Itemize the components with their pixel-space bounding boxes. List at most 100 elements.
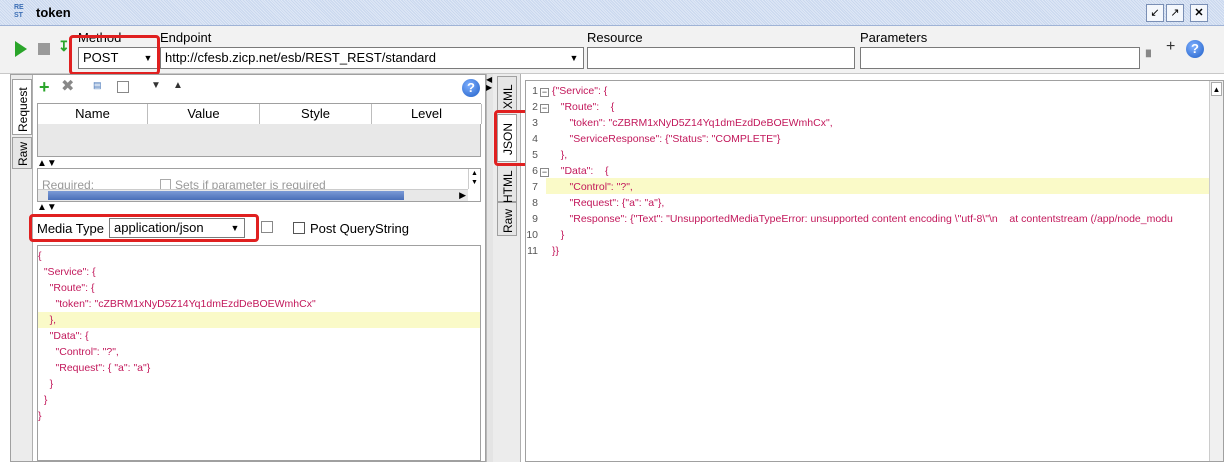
tab-raw-response[interactable]: Raw — [497, 202, 517, 236]
tab-request[interactable]: Request — [12, 79, 32, 135]
close-icon[interactable]: ✕ — [1190, 4, 1208, 22]
response-panel: XML JSON HTML Raw 1 2 3 4 5 6 7 8 9 10 1… — [493, 74, 1224, 462]
post-querystring-label: Post QueryString — [310, 221, 409, 236]
request-panel: Request Raw + ✖ ▤ ▼ ▲ ? Name Value Style… — [10, 74, 486, 462]
line-number: 8 — [532, 197, 538, 209]
json-line: "Control": "?", — [552, 181, 633, 193]
remove-param-icon[interactable]: ✖ — [61, 79, 74, 95]
line-number: 1 — [532, 85, 538, 97]
tab-raw-request[interactable]: Raw — [12, 137, 32, 169]
code-line-current: }, — [38, 312, 480, 328]
params-table: Name Value Style Level — [37, 103, 482, 157]
tab-raw-response-label: Raw — [501, 208, 515, 233]
json-line: "ServiceResponse": {"Status": "COMPLETE"… — [552, 133, 781, 145]
column-header-level[interactable]: Level — [372, 104, 482, 124]
add-icon[interactable]: + — [1166, 38, 1175, 56]
code-line: "Data": { — [38, 330, 89, 342]
json-line: } — [552, 229, 565, 241]
chevron-down-icon: ▼ — [566, 49, 582, 67]
request-toolbar: ↧ Method POST ▼ Endpoint http://cfesb.zi… — [0, 26, 1224, 75]
response-json-viewer[interactable]: 1 2 3 4 5 6 7 8 9 10 11 − − − {"Service"… — [525, 80, 1224, 462]
fold-toggle-icon[interactable]: − — [540, 88, 549, 97]
download-arrow-icon[interactable]: ↧ — [58, 38, 70, 55]
tab-request-label: Request — [16, 87, 30, 132]
spinner-icon[interactable]: ▲ ▼ — [468, 169, 480, 189]
json-line: "Response": {"Text": "UnsupportedMediaTy… — [552, 213, 1173, 225]
resource-label: Resource — [587, 30, 643, 45]
request-body-editor[interactable]: { "Service": { "Route": { "token": "cZBR… — [37, 245, 481, 461]
json-line: {"Service": { — [552, 85, 608, 97]
column-header-value[interactable]: Value — [148, 104, 260, 124]
current-line-highlight — [546, 178, 1210, 194]
media-type-highlight-box — [29, 214, 259, 242]
code-line: "Service": { — [38, 266, 96, 278]
tab-xml[interactable]: XML — [497, 76, 517, 112]
horizontal-scrollbar[interactable]: ▶ — [38, 189, 468, 201]
code-line: "token": "cZBRM1xNyD5Z14Yq1dmEzdDeBOEWmh… — [38, 298, 316, 310]
scroll-right-icon[interactable]: ▶ — [459, 190, 466, 201]
code-line: { — [38, 250, 42, 262]
json-line: }, — [552, 149, 568, 161]
resource-input[interactable] — [587, 47, 855, 69]
endpoint-value: http://cfesb.zicp.net/esb/REST_REST/stan… — [165, 50, 436, 65]
line-number: 10 — [526, 229, 538, 241]
column-header-style[interactable]: Style — [260, 104, 372, 124]
json-line: }} — [552, 245, 560, 257]
request-vertical-tabs: Request Raw — [11, 75, 33, 461]
param-url-icon[interactable]: ▤ — [93, 80, 102, 91]
code-line: } — [38, 410, 42, 422]
splitter-arrows-icon[interactable]: ▲▼ — [37, 202, 57, 213]
tab-html[interactable]: HTML — [497, 164, 517, 203]
parameters-input[interactable] — [860, 47, 1140, 69]
line-number: 5 — [532, 149, 538, 161]
code-line: "Request": { "a": "a"} — [38, 362, 151, 374]
line-number: 4 — [532, 133, 538, 145]
fold-toggle-icon[interactable]: − — [540, 168, 549, 177]
clear-params-icon[interactable]: ▖ — [1146, 42, 1156, 58]
line-number: 2 — [532, 101, 538, 113]
code-line: "Route": { — [38, 282, 95, 294]
code-line: } — [38, 394, 48, 406]
endpoint-combobox[interactable]: http://cfesb.zicp.net/esb/REST_REST/stan… — [160, 47, 584, 69]
splitter-arrows-icon[interactable]: ◀ ▶ — [486, 76, 492, 92]
tab-html-label: HTML — [501, 170, 515, 203]
request-help-icon[interactable]: ? — [462, 79, 480, 97]
code-line: } — [38, 378, 54, 390]
run-icon[interactable] — [15, 41, 27, 57]
post-querystring-checkbox[interactable] — [293, 222, 305, 234]
endpoint-label: Endpoint — [160, 30, 212, 45]
vertical-scrollbar[interactable]: ▲ — [1209, 81, 1223, 461]
help-icon[interactable]: ? — [1186, 40, 1204, 58]
json-line: "Route": { — [552, 101, 615, 113]
stop-icon[interactable] — [38, 43, 50, 55]
line-number: 7 — [532, 181, 538, 193]
tab-xml-label: XML — [501, 84, 515, 109]
move-up-icon[interactable]: ▲ — [173, 80, 183, 91]
parameters-label: Parameters — [860, 30, 928, 45]
maximize-icon[interactable]: ↗ — [1166, 4, 1184, 22]
add-param-icon[interactable]: + — [39, 78, 50, 96]
json-line: "Data": { — [552, 165, 609, 177]
line-number: 9 — [532, 213, 538, 225]
line-number: 6 — [532, 165, 538, 177]
code-line: "Control": "?", — [38, 346, 119, 358]
media-type-edit-icon[interactable] — [261, 221, 273, 233]
line-number: 3 — [532, 117, 538, 129]
minimize-icon[interactable]: ↙ — [1146, 4, 1164, 22]
fold-toggle-icon[interactable]: − — [540, 104, 549, 113]
line-number: 11 — [527, 245, 538, 257]
json-line: "Request": {"a": "a"}, — [552, 197, 665, 209]
scrollbar-thumb[interactable] — [48, 191, 404, 200]
param-details: Required: Sets if parameter is required … — [37, 168, 481, 202]
rest-app-icon: RE ST — [14, 4, 24, 19]
json-line: "token": "cZBRM1xNyD5Z14Yq1dmEzdDeBOEWmh… — [552, 117, 833, 129]
column-header-name[interactable]: Name — [38, 104, 148, 124]
window-title: token — [36, 5, 71, 20]
move-down-icon[interactable]: ▼ — [151, 80, 161, 91]
scroll-up-icon[interactable]: ▲ — [1211, 82, 1222, 96]
panel-splitter[interactable]: ◀ ▶ — [486, 74, 493, 462]
param-edit-icon[interactable] — [117, 81, 129, 93]
method-highlight-box — [69, 35, 160, 75]
tab-raw-request-label: Raw — [16, 141, 30, 166]
title-bar: RE ST token ↙ ↗ ✕ — [0, 0, 1224, 26]
